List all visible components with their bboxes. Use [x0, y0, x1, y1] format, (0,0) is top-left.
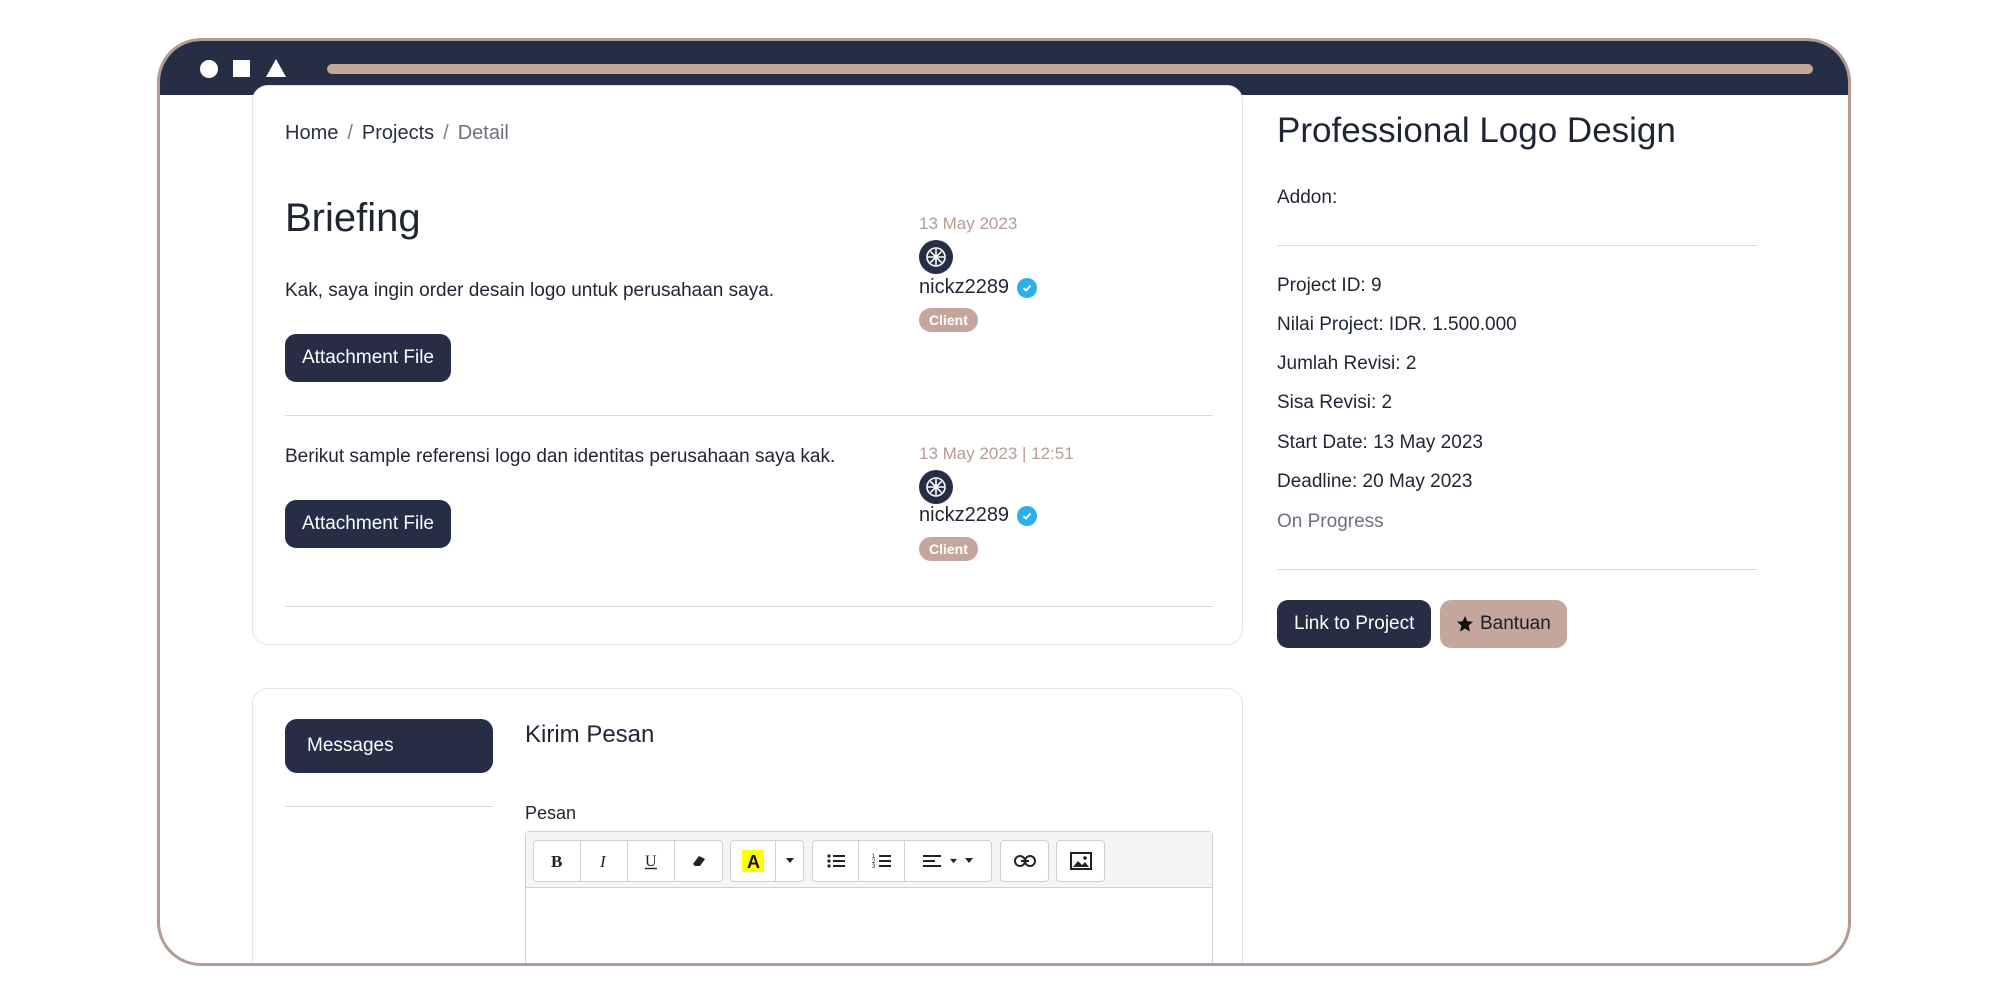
username-text[interactable]: nickz2289 [919, 276, 1009, 299]
clear-format-button[interactable] [675, 841, 722, 881]
help-button[interactable]: Bantuan [1440, 600, 1567, 648]
deadline: Deadline: 20 May 2023 [1277, 471, 1473, 492]
numbered-list-button[interactable]: 123 [859, 841, 905, 881]
verified-check-icon [1017, 505, 1038, 526]
underline-icon: U [645, 853, 657, 870]
entry-date: 13 May 2023 | 12:51 [919, 444, 1074, 463]
entry-divider [285, 606, 1213, 607]
briefing-card: Home / Projects / Detail Briefing 13 May 202… [252, 85, 1243, 645]
entry-date: 13 May 2023 [919, 214, 1018, 233]
form-title: Kirim Pesan [525, 721, 655, 748]
svg-text:A: A [747, 852, 760, 872]
svg-text:I: I [599, 852, 607, 870]
highlight-dropdown[interactable] [776, 841, 803, 881]
browser-frame: Home / Projects / Detail Briefing 13 May 202… [157, 38, 1851, 966]
window-triangle-control[interactable] [266, 59, 286, 77]
project-addon: Addon: [1277, 187, 1338, 208]
align-button[interactable] [905, 841, 991, 881]
project-title: Professional Logo Design [1277, 111, 1676, 150]
verified-check-icon [1017, 277, 1038, 298]
window-circle-control[interactable] [200, 60, 218, 78]
messages-card: Messages Kirim Pesan Pesan B I U A 1 2 3 [252, 688, 1243, 963]
link-group [1000, 840, 1049, 882]
project-status: On Progress [1277, 511, 1384, 532]
caret-down-icon [964, 858, 973, 863]
breadcrumb-separator: / [347, 122, 353, 144]
project-id: Project ID: 9 [1277, 275, 1382, 296]
star-icon [1456, 615, 1474, 632]
avatar [919, 240, 953, 274]
page-content: Home / Projects / Detail Briefing 13 May 202… [160, 85, 1848, 963]
bullet-list-icon [826, 854, 845, 868]
entry-divider [285, 415, 1213, 416]
breadcrumb-current: Detail [457, 122, 509, 144]
editor-toolbar: B I U A 1 2 3 [526, 832, 1212, 888]
svg-text:B: B [551, 852, 562, 870]
help-button-label: Bantuan [1480, 613, 1551, 634]
breadcrumb-projects[interactable]: Projects [362, 122, 434, 144]
avatar-logo-icon [926, 477, 946, 497]
entry-text: Kak, saya ingin order desain logo untuk … [285, 280, 775, 301]
italic-button[interactable]: I [581, 841, 628, 881]
role-badge: Client [919, 537, 978, 561]
caret-down-icon [785, 858, 794, 863]
project-value: Nilai Project: IDR. 1.500.000 [1277, 314, 1517, 335]
highlight-group: A [730, 840, 804, 882]
link-to-project-button[interactable]: Link to Project [1277, 600, 1432, 648]
bold-icon: B [551, 852, 562, 870]
format-group: B I U [533, 840, 723, 882]
breadcrumb: Home / Projects / Detail [285, 122, 509, 145]
message-editor[interactable]: B I U A 1 2 3 [525, 831, 1213, 963]
start-date: Start Date: 13 May 2023 [1277, 432, 1483, 453]
image-group [1056, 840, 1105, 882]
messages-tab[interactable]: Messages [285, 719, 493, 773]
italic-icon: I [599, 852, 607, 870]
briefing-heading: Briefing [285, 196, 421, 240]
info-divider [1277, 245, 1757, 246]
link-icon [1013, 855, 1036, 867]
entry-text: Berikut sample referensi logo dan identi… [285, 446, 836, 467]
numbered-list-icon: 123 [872, 854, 891, 870]
entry-username: nickz2289 [919, 276, 1038, 299]
avatar-logo-icon [926, 247, 946, 267]
svg-text:3: 3 [872, 864, 876, 870]
underline-button[interactable]: U [628, 841, 675, 881]
svg-text:U: U [645, 853, 657, 870]
highlight-icon: A [742, 850, 765, 872]
paragraph-group: 123 [812, 840, 992, 882]
insert-image-button[interactable] [1057, 841, 1104, 881]
tab-divider [285, 806, 493, 807]
role-badge: Client [919, 308, 978, 332]
window-square-control[interactable] [233, 60, 250, 77]
eraser-icon [692, 856, 705, 866]
attachment-file-button[interactable]: Attachment File [285, 500, 451, 548]
attachment-file-button[interactable]: Attachment File [285, 334, 451, 382]
address-bar[interactable] [327, 64, 1813, 74]
breadcrumb-home[interactable]: Home [285, 122, 338, 144]
caret-down-icon [949, 858, 957, 863]
avatar [919, 470, 953, 504]
insert-link-button[interactable] [1001, 841, 1048, 881]
bold-button[interactable]: B [534, 841, 581, 881]
message-field-label: Pesan [525, 803, 577, 823]
revision-count: Jumlah Revisi: 2 [1277, 353, 1417, 374]
highlight-button[interactable]: A [731, 841, 777, 881]
bullet-list-button[interactable] [813, 841, 859, 881]
info-divider [1277, 569, 1757, 570]
breadcrumb-separator: / [443, 122, 449, 144]
username-text[interactable]: nickz2289 [919, 504, 1009, 527]
align-icon [922, 855, 941, 867]
image-icon [1069, 852, 1092, 870]
remaining-revisions: Sisa Revisi: 2 [1277, 392, 1393, 413]
entry-username: nickz2289 [919, 504, 1038, 527]
